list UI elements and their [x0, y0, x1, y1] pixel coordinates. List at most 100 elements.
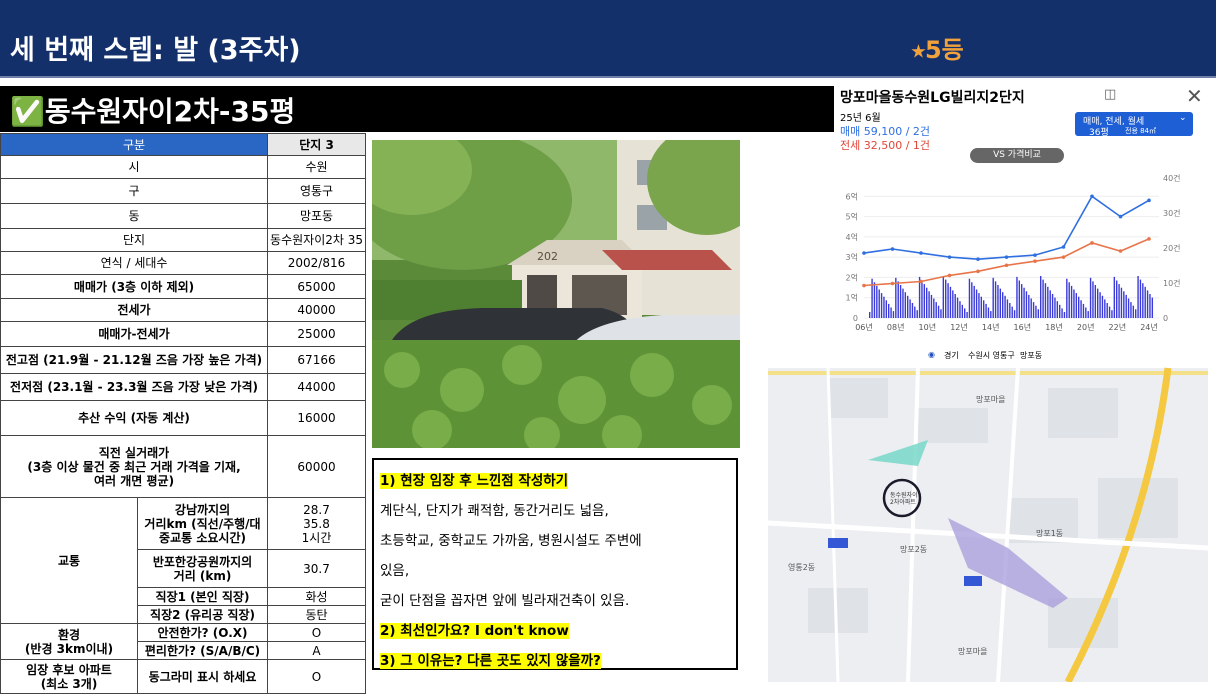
row-label: 추산 수익 (자동 계산)	[0, 400, 269, 436]
volume-bar	[964, 308, 966, 318]
volume-bar	[1101, 295, 1104, 318]
row-value: 망포동	[267, 203, 366, 229]
volume-bar	[985, 303, 987, 318]
row-label: 안전한가? (O.X)	[136, 623, 269, 642]
map-label: 망포2동	[900, 545, 928, 554]
spec-table: 구분 단지 3 시 수원 구 영통구 동 망포동 단지 동수원자이2차 35 연식 / …	[0, 133, 366, 694]
map-target-label[interactable]: 동수원자이 2차아파트	[890, 492, 918, 506]
row-label: 동	[0, 203, 269, 229]
map-book-icon[interactable]: ◫	[1104, 87, 1116, 102]
volume-bar	[1004, 295, 1006, 318]
size-sub-label: 전용 84㎡	[1125, 127, 1157, 135]
row-value: 25000	[267, 321, 366, 347]
row-label: 동그라미 표시 하세요	[136, 659, 269, 694]
volume-bar	[933, 298, 935, 318]
site-photo-illustration: 202	[372, 140, 740, 448]
size-label: 36평	[1089, 128, 1109, 138]
row-value: 60000	[267, 435, 366, 498]
series-point	[1033, 253, 1037, 257]
location-map[interactable]: ◉ 경기 수원시 영통구 망포동 망포마을 망포2동 망포1동 영통2동 망포마…	[768, 348, 1208, 682]
volume-bar	[921, 280, 923, 318]
volume-bar	[1118, 284, 1120, 318]
volume-bar	[1108, 306, 1111, 318]
volume-bar	[1146, 290, 1149, 318]
site-photo: 202	[372, 140, 740, 448]
chart-jeonse-price: 전세 32,500 / 1건	[840, 139, 931, 152]
volume-bar	[1116, 280, 1118, 318]
x-tick-label: 10년	[919, 322, 937, 332]
volume-bar	[930, 294, 933, 318]
volume-bar	[937, 305, 940, 318]
y2-tick-label: 10건	[1163, 278, 1181, 288]
row-value: 영통구	[267, 178, 366, 204]
notes-box: 1) 현장 임장 후 느낀점 작성하기 계단식, 단지가 쾌적함, 동간거리도 …	[372, 458, 738, 670]
volume-bar	[1073, 289, 1075, 318]
volume-bar	[1011, 306, 1013, 318]
type-filter-button[interactable]: 매매, 전세, 월세 ⌄ 36평 전용 84㎡	[1075, 112, 1193, 138]
x-tick-label: 20년	[1077, 322, 1095, 332]
volume-bar	[1042, 279, 1044, 318]
volume-bar	[1089, 277, 1092, 318]
series-point	[1147, 237, 1151, 241]
x-tick-label: 06년	[855, 322, 873, 332]
volume-bar	[968, 278, 971, 318]
slide-header: 세 번째 스텝: 발 (3주차) ⭑5등	[0, 0, 1216, 78]
volume-bar	[949, 286, 952, 318]
volume-bar	[978, 293, 980, 318]
volume-bar	[1056, 301, 1059, 318]
volume-bar	[1113, 276, 1116, 318]
y2-tick-label: 20건	[1163, 243, 1181, 253]
series-point	[1118, 214, 1123, 219]
volume-bar	[1023, 287, 1025, 318]
volume-bar	[1021, 284, 1023, 318]
row-label: 직장1 (본인 직장)	[136, 587, 269, 606]
volume-bar	[1087, 311, 1089, 318]
volume-bar	[1059, 304, 1061, 318]
volume-bar	[880, 293, 883, 318]
volume-bar	[923, 284, 926, 318]
chart-month: 25년 6월	[840, 113, 881, 124]
volume-bar	[1132, 305, 1135, 318]
map-label: 망포마을	[976, 395, 1006, 404]
x-tick-label: 14년	[982, 322, 1000, 332]
map-label: 망포마을	[958, 647, 988, 656]
volume-bar	[916, 310, 918, 318]
y-tick-label: 2억	[846, 272, 858, 282]
volume-bar	[1082, 303, 1085, 318]
volume-bar	[990, 311, 992, 318]
row-label: 전저점 (23.1월 - 23.3월 즈음 가장 낮은 가격)	[0, 373, 269, 401]
close-icon[interactable]: ✕	[1186, 84, 1203, 108]
series-point	[890, 281, 895, 286]
volume-bar	[914, 306, 916, 318]
volume-bar	[1127, 298, 1130, 318]
y-tick-label: 0	[853, 314, 858, 323]
volume-bar	[1144, 286, 1146, 318]
compare-button[interactable]: VS 가격비교	[970, 148, 1064, 163]
y2-tick-label: 0	[1163, 314, 1168, 323]
question-2: 2) 최선인가요? I don't know	[380, 623, 569, 639]
chevron-down-icon: ⌄	[1179, 113, 1187, 123]
volume-bar	[980, 296, 983, 318]
volume-bar	[992, 277, 994, 318]
volume-bar	[942, 276, 945, 318]
row-label: 직전 실거래가 (3층 이상 물건 중 최근 거래 가격을 기재, 여러 개면 …	[0, 435, 269, 498]
volume-bar	[1068, 282, 1070, 318]
x-tick-label: 16년	[1014, 322, 1032, 332]
col-header-category: 구분	[0, 133, 269, 156]
volume-bar	[1006, 299, 1009, 318]
volume-bar	[1120, 287, 1123, 318]
series-point	[1118, 249, 1123, 253]
row-value: 수원	[267, 155, 366, 179]
volume-bar	[1080, 300, 1082, 318]
volume-bar	[1025, 291, 1028, 318]
volume-bar	[1139, 279, 1142, 318]
x-tick-label: 18년	[1045, 322, 1063, 332]
volume-bar	[959, 301, 961, 318]
volume-bar	[918, 276, 921, 318]
volume-bar	[878, 289, 880, 318]
volume-bar	[1094, 285, 1097, 318]
map-label: 망포1동	[1036, 529, 1064, 538]
volume-bar	[911, 303, 914, 318]
volume-bar	[952, 290, 954, 318]
col-header-complex: 단지 3	[267, 133, 366, 156]
